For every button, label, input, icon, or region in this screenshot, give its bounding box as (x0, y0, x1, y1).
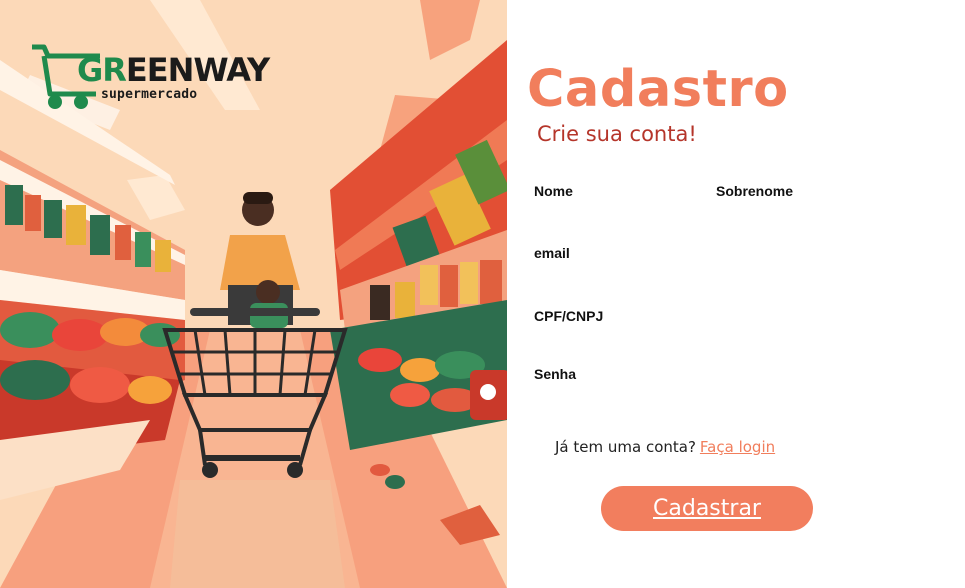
logo-main: EENWAY (125, 51, 270, 89)
cpf-input[interactable] (534, 328, 914, 354)
email-input[interactable] (534, 265, 914, 291)
page-title: Cadastro (527, 60, 789, 119)
nome-field-group: Nome (534, 183, 699, 229)
senha-label: Senha (534, 366, 577, 382)
signup-form: Cadastro Crie sua conta! Nome Sobrenome … (507, 0, 965, 588)
logo-accent: GR (77, 51, 127, 89)
nome-input[interactable] (534, 203, 699, 229)
nome-label: Nome (534, 183, 573, 199)
greenway-logo: GREENWAY supermercado (30, 44, 270, 114)
cadastrar-button[interactable]: Cadastrar (601, 486, 813, 531)
email-field-group: email (534, 245, 914, 291)
sobrenome-field-group: Sobrenome (716, 183, 916, 229)
cpf-label: CPF/CNPJ (534, 308, 604, 324)
page-subtitle: Crie sua conta! (537, 122, 697, 146)
logo-subtitle: supermercado (101, 87, 198, 102)
senha-field-group: Senha (534, 366, 914, 412)
cpf-field-group: CPF/CNPJ (534, 308, 914, 354)
login-prompt: Já tem uma conta? Faça login (555, 438, 775, 456)
hero-illustration: GREENWAY supermercado (0, 0, 507, 588)
logo-wordmark: GREENWAY (77, 51, 270, 89)
sobrenome-label: Sobrenome (716, 183, 794, 199)
login-link[interactable]: Faça login (700, 438, 775, 456)
email-label: email (534, 245, 570, 261)
senha-input[interactable] (534, 386, 914, 412)
sobrenome-input[interactable] (716, 203, 916, 229)
login-prompt-text: Já tem uma conta? (555, 438, 696, 456)
